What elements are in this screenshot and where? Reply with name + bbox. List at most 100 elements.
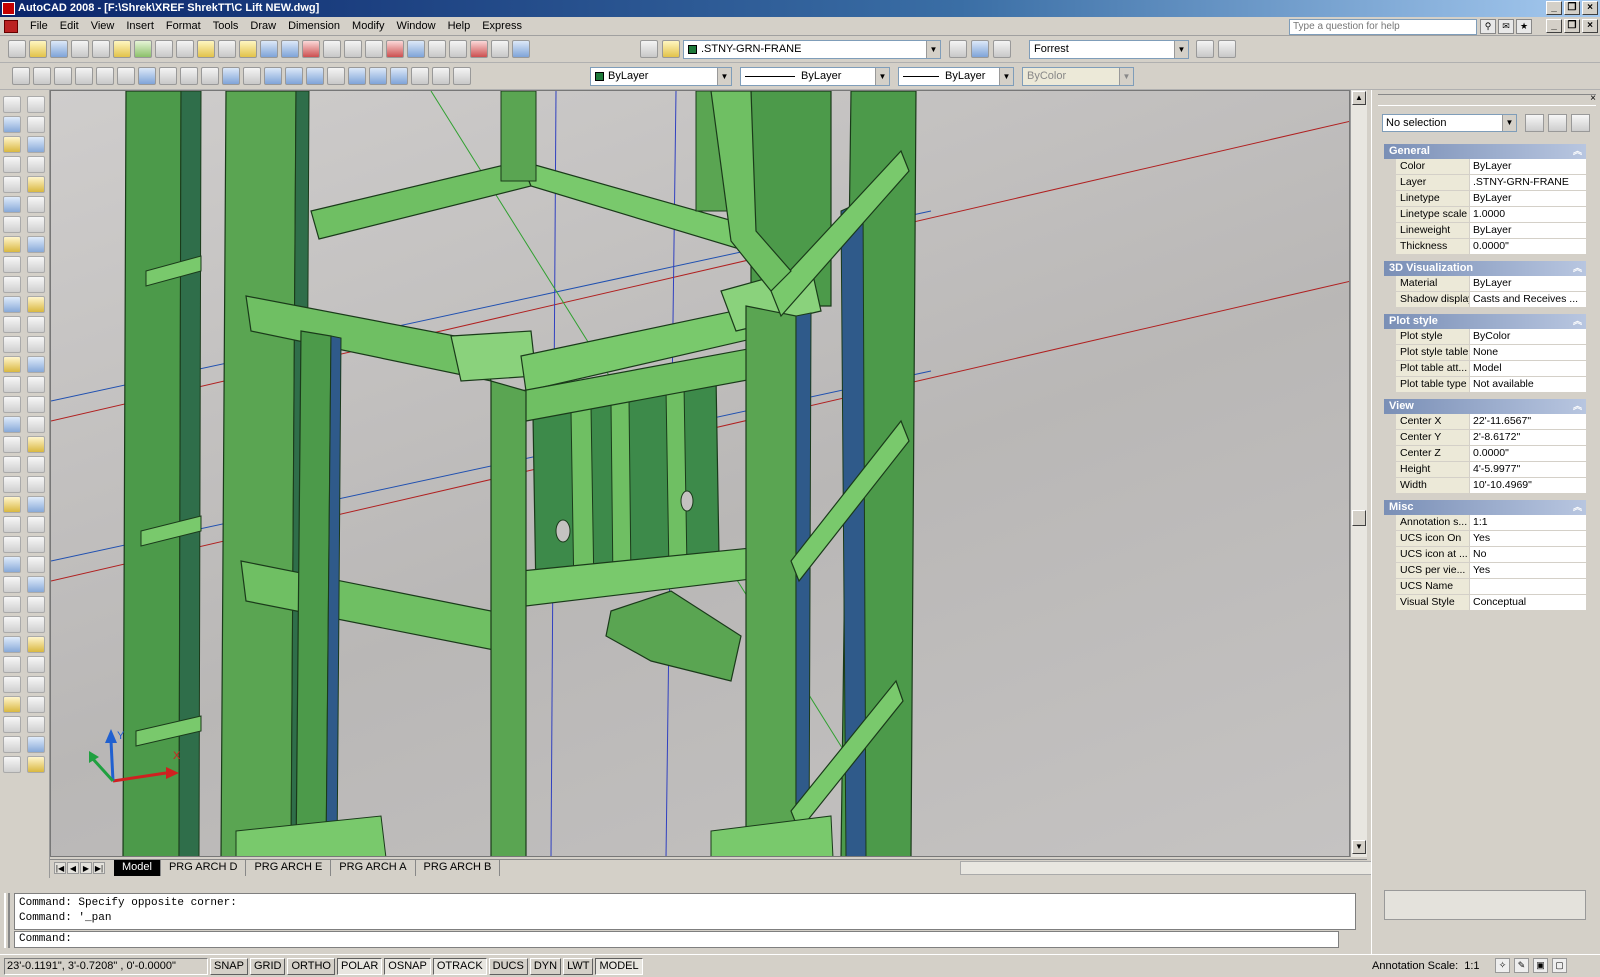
property-row[interactable]: Plot style table None xyxy=(1384,345,1586,361)
spline-icon[interactable] xyxy=(3,256,21,273)
union-icon[interactable] xyxy=(27,556,45,573)
convert-to-surface-icon[interactable] xyxy=(27,696,45,713)
gradient-icon[interactable] xyxy=(3,396,21,413)
property-value[interactable]: 2'-8.6172" xyxy=(1470,430,1586,445)
orbit-icon[interactable] xyxy=(138,67,156,85)
property-row[interactable]: Plot table type Not available xyxy=(1384,377,1586,393)
rotate-icon[interactable] xyxy=(27,216,45,233)
sweep-icon[interactable] xyxy=(222,67,240,85)
property-row[interactable]: Material ByLayer xyxy=(1384,276,1586,292)
zoom-window-icon[interactable] xyxy=(344,40,362,58)
extrude-icon[interactable] xyxy=(180,67,198,85)
block-editor-icon[interactable] xyxy=(239,40,257,58)
property-value[interactable]: 0.0000" xyxy=(1470,239,1586,254)
3d-rotate-icon[interactable] xyxy=(432,67,450,85)
property-value[interactable] xyxy=(1470,579,1586,594)
torus-icon[interactable] xyxy=(3,596,21,613)
model-toggle[interactable]: MODEL xyxy=(595,958,643,975)
ucs-previous-icon[interactable] xyxy=(54,67,72,85)
collapse-icon[interactable]: ︽ xyxy=(1573,399,1582,414)
property-value[interactable]: .STNY-GRN-FRANE xyxy=(1470,175,1586,190)
menu-view[interactable]: View xyxy=(85,20,121,32)
array-icon[interactable] xyxy=(27,176,45,193)
section-header[interactable]: Misc ︽ xyxy=(1384,500,1586,515)
property-row[interactable]: Linetype scale 1.0000 xyxy=(1384,207,1586,223)
3d-dwf-icon[interactable] xyxy=(134,40,152,58)
tab-prg-arch-d[interactable]: PRG ARCH D xyxy=(160,860,247,876)
ortho-toggle[interactable]: ORTHO xyxy=(287,958,335,975)
color-dropdown[interactable]: ByLayer ▼ xyxy=(590,67,732,86)
properties-icon[interactable] xyxy=(386,40,404,58)
menu-express[interactable]: Express xyxy=(476,20,528,32)
annotation-scale[interactable]: Annotation Scale: 1:1 xyxy=(1372,960,1480,972)
3d-move-icon[interactable] xyxy=(411,67,429,85)
doc-close-button[interactable]: × xyxy=(1582,19,1598,33)
break-at-point-icon[interactable] xyxy=(27,316,45,333)
property-value[interactable]: 22'-11.6567" xyxy=(1470,414,1586,429)
planar-surface-icon[interactable] xyxy=(3,656,21,673)
annotation-visibility-icon[interactable]: ✧ xyxy=(1495,958,1510,973)
menu-format[interactable]: Format xyxy=(160,20,207,32)
offset-icon[interactable] xyxy=(27,156,45,173)
menu-dimension[interactable]: Dimension xyxy=(282,20,346,32)
trim-icon[interactable] xyxy=(27,276,45,293)
revolve-icon[interactable] xyxy=(201,67,219,85)
property-value[interactable]: 10'-10.4969" xyxy=(1470,478,1586,493)
zoom-realtime-icon[interactable] xyxy=(323,40,341,58)
copy-icon[interactable] xyxy=(176,40,194,58)
layer-previous-icon[interactable] xyxy=(971,40,989,58)
property-row[interactable]: UCS Name xyxy=(1384,579,1586,595)
tab-prg-arch-a[interactable]: PRG ARCH A xyxy=(331,860,416,876)
doc-restore-button[interactable]: ❐ xyxy=(1564,19,1580,33)
circle-icon[interactable] xyxy=(3,216,21,233)
ucs-world-icon[interactable] xyxy=(33,67,51,85)
menu-file[interactable]: File xyxy=(24,20,54,32)
document-icon[interactable] xyxy=(4,20,18,33)
property-row[interactable]: Height 4'-5.9977" xyxy=(1384,462,1586,478)
collapse-icon[interactable]: ︽ xyxy=(1573,500,1582,515)
menu-window[interactable]: Window xyxy=(390,20,441,32)
scroll-thumb[interactable] xyxy=(1352,510,1366,526)
interfere-icon[interactable] xyxy=(27,516,45,533)
command-window-grip[interactable] xyxy=(4,893,10,948)
command-input[interactable]: Command: xyxy=(14,931,1339,948)
osnap-toggle[interactable]: OSNAP xyxy=(384,958,431,975)
calculator-icon[interactable] xyxy=(491,40,509,58)
revolve-icon[interactable] xyxy=(3,736,21,753)
union-icon[interactable] xyxy=(264,67,282,85)
help-icon[interactable] xyxy=(512,40,530,58)
grid-toggle[interactable]: GRID xyxy=(249,958,286,975)
property-row[interactable]: UCS per vie... Yes xyxy=(1384,563,1586,579)
ellipse-icon[interactable] xyxy=(3,276,21,293)
3d-align-icon[interactable] xyxy=(453,67,471,85)
sphere-icon[interactable] xyxy=(3,556,21,573)
polar-toggle[interactable]: POLAR xyxy=(337,958,383,975)
property-row[interactable]: UCS icon at ... No xyxy=(1384,547,1586,563)
publish-icon[interactable] xyxy=(113,40,131,58)
loft-icon[interactable] xyxy=(3,756,21,773)
property-row[interactable]: Thickness 0.0000" xyxy=(1384,239,1586,255)
loft-icon[interactable] xyxy=(243,67,261,85)
design-center-icon[interactable] xyxy=(27,436,45,453)
intersect-icon[interactable] xyxy=(306,67,324,85)
break-icon[interactable] xyxy=(27,336,45,353)
section-header[interactable]: General ︽ xyxy=(1384,144,1586,159)
thicken-icon[interactable] xyxy=(27,616,45,633)
minimize-button[interactable]: _ xyxy=(1546,1,1562,15)
vertical-scrollbar[interactable]: ▲ ▼ xyxy=(1350,90,1367,857)
next-tab-icon[interactable]: ▶ xyxy=(80,862,92,874)
ucs-icon[interactable] xyxy=(12,67,30,85)
plot-preview-icon[interactable] xyxy=(92,40,110,58)
help-search-input[interactable]: Type a question for help xyxy=(1289,19,1477,35)
visual-style-icon[interactable] xyxy=(348,67,366,85)
slice-icon[interactable] xyxy=(327,67,345,85)
doc-minimize-button[interactable]: _ xyxy=(1546,19,1562,33)
layer-state-icon[interactable] xyxy=(662,40,680,58)
property-value[interactable]: ByColor xyxy=(1470,329,1586,344)
pyramid-icon[interactable] xyxy=(3,616,21,633)
otrack-toggle[interactable]: OTRACK xyxy=(432,958,487,975)
dyn-toggle[interactable]: DYN xyxy=(529,958,562,975)
3d-mirror-icon[interactable] xyxy=(27,736,45,753)
move-icon[interactable] xyxy=(27,196,45,213)
3d-align-icon[interactable] xyxy=(27,716,45,733)
